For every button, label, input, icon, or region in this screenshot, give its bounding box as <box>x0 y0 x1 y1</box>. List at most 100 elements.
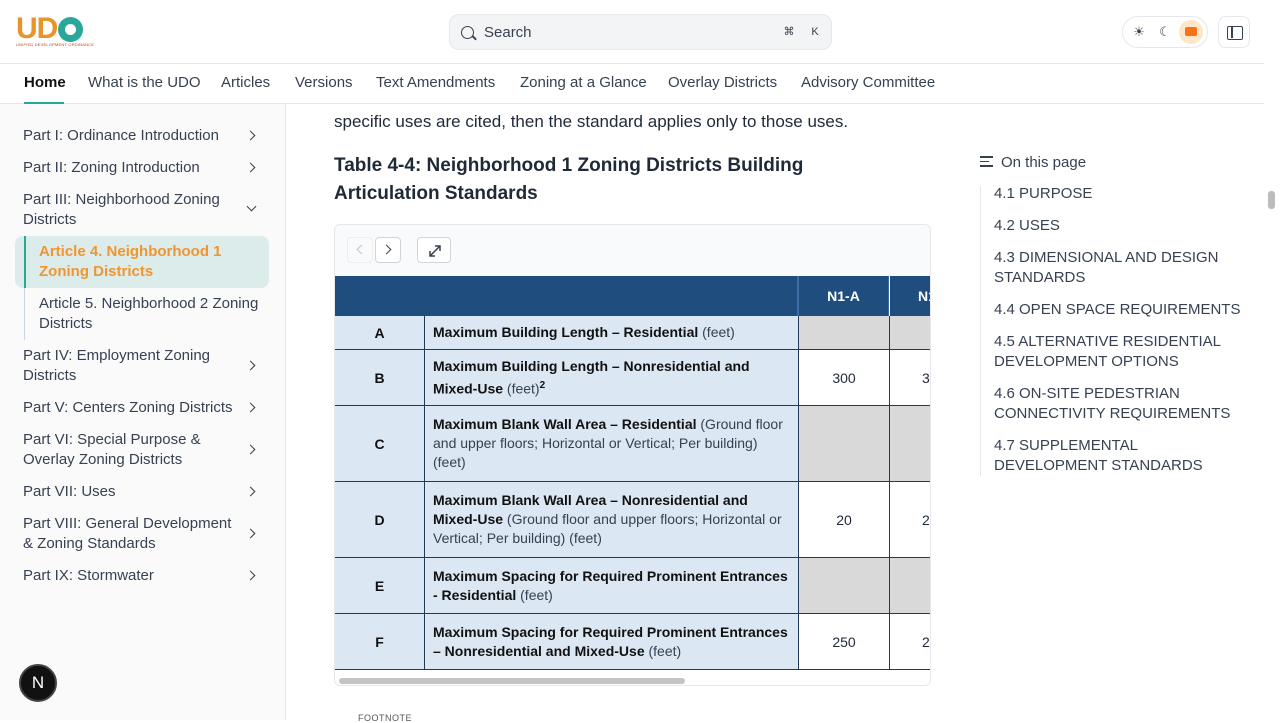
toc-item-4-4[interactable]: 4.4 OPEN SPACE REQUIREMENTS <box>994 300 1250 320</box>
monitor-icon[interactable] <box>1179 20 1203 44</box>
next-column-icon[interactable] <box>375 237 401 263</box>
nav-versions[interactable]: Versions <box>295 74 353 91</box>
search-icon <box>461 26 474 39</box>
chevron-right-icon[interactable] <box>245 402 257 413</box>
chevron-right-icon[interactable] <box>245 162 257 173</box>
row-unit: (feet) <box>520 586 553 603</box>
nav-overlay-districts[interactable]: Overlay Districts <box>668 74 777 91</box>
sun-icon[interactable]: ☀ <box>1127 20 1151 44</box>
row-description: Maximum Building Length – Residential (f… <box>425 316 799 350</box>
row-unit: (feet) <box>702 324 735 340</box>
sidebar: Part I: Ordinance Introduction Part II: … <box>0 104 286 720</box>
udo-logo[interactable]: UD UNIFIED DEVELOPMENT ORDINANCE <box>16 14 94 48</box>
chevron-right-icon[interactable] <box>245 444 257 455</box>
kbd-k: K <box>811 26 819 38</box>
nav-articles[interactable]: Articles <box>221 74 270 91</box>
nav-advisory-committee[interactable]: Advisory Committee <box>801 74 935 91</box>
vertical-scrollbar[interactable] <box>1268 191 1275 209</box>
cell-n1 <box>890 558 930 614</box>
sidebar-rail-highlight <box>24 236 26 288</box>
sidebar-toggle-icon[interactable] <box>1218 16 1250 48</box>
sidebar-item-part-9[interactable]: Part IX: Stormwater <box>23 566 273 586</box>
sidebar-item-part-1[interactable]: Part I: Ordinance Introduction <box>23 126 273 146</box>
nav-what-is-udo[interactable]: What is the UDO <box>88 74 201 91</box>
cell-n1: 2 <box>890 614 930 670</box>
chevron-right-icon[interactable] <box>245 130 257 141</box>
cell-n1 <box>890 316 930 350</box>
footnote-ref[interactable]: 2 <box>540 380 546 391</box>
row-letter: D <box>335 482 425 558</box>
cell-n1a: 20 <box>799 482 890 558</box>
table-container: N1-A N1 AMaximum Building Length – Resid… <box>334 224 931 686</box>
top-header: UD UNIFIED DEVELOPMENT ORDINANCE Search … <box>0 0 1264 64</box>
sidebar-item-part-8[interactable]: Part VIII: General Development & Zoning … <box>23 514 238 554</box>
toc-item-4-2[interactable]: 4.2 USES <box>994 216 1250 236</box>
sidebar-item-part-4[interactable]: Part IV: Employment Zoning Districts <box>23 346 223 386</box>
chevron-right-icon[interactable] <box>245 486 257 497</box>
row-letter: F <box>335 614 425 670</box>
cell-n1: 3 <box>890 350 930 406</box>
toc-item-4-5[interactable]: 4.5 ALTERNATIVE RESIDENTIAL DEVELOPMENT … <box>994 332 1250 372</box>
nav-home[interactable]: Home <box>24 74 66 91</box>
row-description: Maximum Blank Wall Area – Residential (G… <box>425 406 799 482</box>
horizontal-scrollbar[interactable] <box>339 678 685 684</box>
nav-text-amendments[interactable]: Text Amendments <box>376 74 495 91</box>
table-title: Table 4-4: Neighborhood 1 Zoning Distric… <box>334 155 804 204</box>
chevron-right-icon[interactable] <box>245 360 257 371</box>
table-header-blank <box>335 276 797 316</box>
next-badge-button[interactable]: N <box>19 664 57 702</box>
row-letter: A <box>335 316 425 350</box>
kbd-cmd: ⌘ <box>783 26 795 38</box>
cell-n1a: 250 <box>799 614 890 670</box>
row-label: Maximum Blank Wall Area – Residential <box>433 416 697 432</box>
nav-zoning-at-a-glance[interactable]: Zoning at a Glance <box>520 74 647 91</box>
row-description: Maximum Spacing for Required Prominent E… <box>425 558 799 614</box>
prev-column-icon[interactable] <box>347 237 373 263</box>
row-label: Maximum Building Length – Residential <box>433 324 699 340</box>
toc-item-4-1[interactable]: 4.1 PURPOSE <box>994 184 1250 204</box>
table-toolbar <box>335 225 930 277</box>
cell-n1a: 300 <box>799 350 890 406</box>
main-nav: Home What is the UDO Articles Versions T… <box>0 64 1264 104</box>
sidebar-item-part-5[interactable]: Part V: Centers Zoning Districts <box>23 398 273 418</box>
sidebar-item-article-5[interactable]: Article 5. Neighborhood 2 Zoning Distric… <box>39 294 264 334</box>
sidebar-item-part-3[interactable]: Part III: Neighborhood Zoning Districts <box>23 190 223 230</box>
row-letter: E <box>335 558 425 614</box>
table-header-n1: N1 <box>890 276 930 316</box>
theme-switcher: ☀ ☾ <box>1122 16 1208 48</box>
cell-n1: 2 <box>890 482 930 558</box>
row-letter: C <box>335 406 425 482</box>
toc-rail <box>980 186 981 476</box>
chevron-right-icon[interactable] <box>245 570 257 581</box>
toc-title: On this page <box>1001 154 1087 171</box>
cell-n1a <box>799 406 890 482</box>
row-description: Maximum Blank Wall Area – Nonresidential… <box>425 482 799 558</box>
moon-icon[interactable]: ☾ <box>1153 20 1177 44</box>
chevron-right-icon[interactable] <box>245 528 257 539</box>
row-unit: (feet) <box>648 642 682 659</box>
cell-n1a <box>799 316 890 350</box>
body-paragraph: specific uses are cited, then the standa… <box>334 112 849 131</box>
row-unit: (feet) <box>506 380 540 397</box>
toc-item-4-6[interactable]: 4.6 ON-SITE PEDESTRIAN CONNECTIVITY REQU… <box>994 384 1250 424</box>
active-nav-indicator <box>24 102 64 104</box>
row-description: Maximum Spacing for Required Prominent E… <box>425 614 799 670</box>
table-header-n1a: N1-A <box>799 276 889 316</box>
toc-item-4-7[interactable]: 4.7 SUPPLEMENTAL DEVELOPMENT STANDARDS <box>994 436 1250 476</box>
sidebar-item-part-7[interactable]: Part VII: Uses <box>23 482 273 502</box>
logo-subtitle: UNIFIED DEVELOPMENT ORDINANCE <box>16 42 95 47</box>
chevron-down-icon[interactable] <box>246 201 257 215</box>
row-description: Maximum Building Length – Nonresidential… <box>425 350 799 406</box>
search-placeholder: Search <box>484 24 532 41</box>
row-label: Maximum Building Length – Nonresidential… <box>433 357 750 397</box>
row-label: Maximum Spacing for Required Prominent E… <box>433 567 788 603</box>
main-content: specific uses are cited, then the standa… <box>286 104 976 723</box>
expand-icon[interactable] <box>417 237 451 263</box>
cell-n1 <box>890 406 930 482</box>
toc-item-4-3[interactable]: 4.3 DIMENSIONAL AND DESIGN STANDARDS <box>994 248 1250 288</box>
sidebar-item-article-4[interactable]: Article 4. Neighborhood 1 Zoning Distric… <box>39 242 239 282</box>
cell-n1a <box>799 558 890 614</box>
sidebar-item-part-2[interactable]: Part II: Zoning Introduction <box>23 158 273 178</box>
sidebar-item-part-6[interactable]: Part VI: Special Purpose & Overlay Zonin… <box>23 430 223 470</box>
search-bar[interactable]: Search ⌘ K <box>449 14 832 50</box>
